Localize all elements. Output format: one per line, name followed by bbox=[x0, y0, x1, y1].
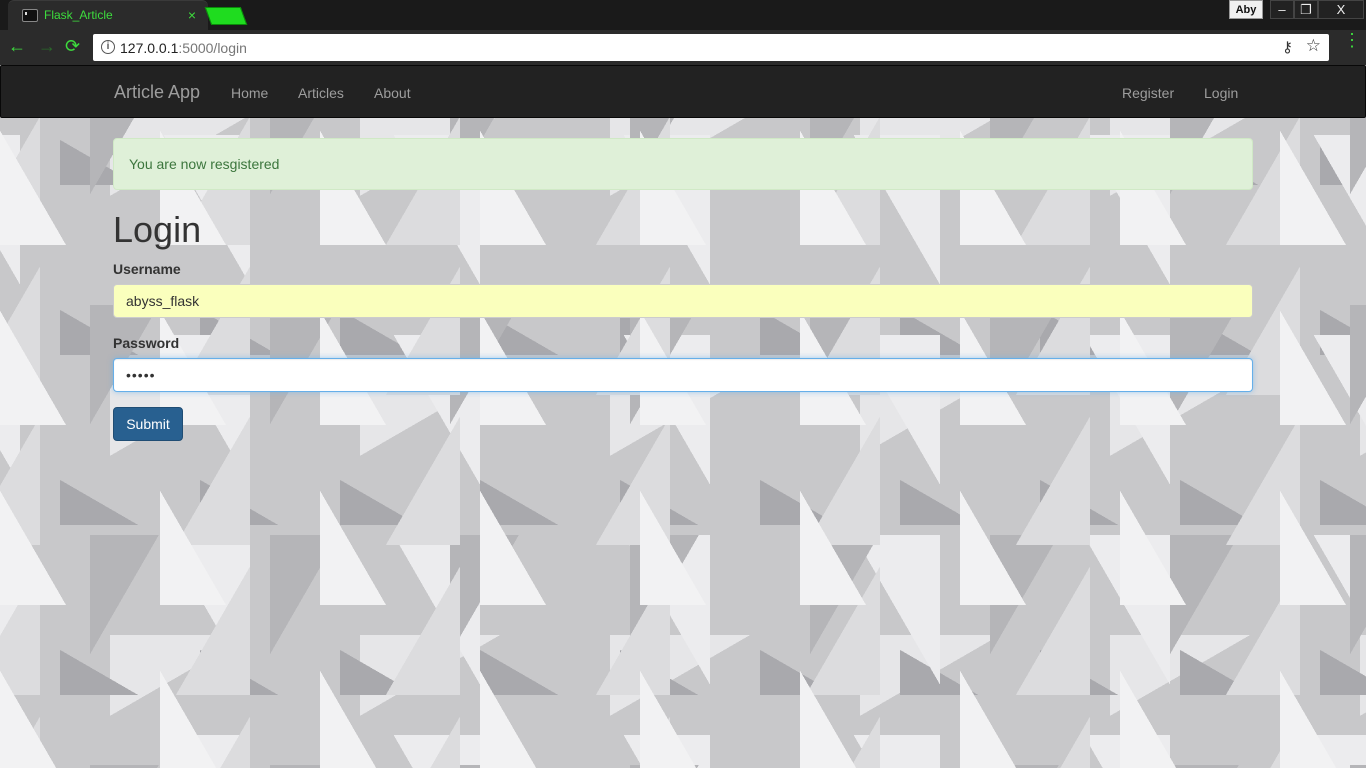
new-tab-button[interactable] bbox=[204, 7, 248, 25]
password-label: Password bbox=[113, 335, 180, 351]
success-alert: You are now resgistered bbox=[113, 138, 1253, 190]
username-label: Username bbox=[113, 261, 181, 277]
browser-tab[interactable]: Flask_Article × bbox=[8, 0, 208, 30]
forward-arrow-icon[interactable]: → bbox=[38, 36, 56, 57]
restore-icon[interactable]: ❐ bbox=[1294, 0, 1318, 19]
tab-close-icon[interactable]: × bbox=[188, 7, 196, 23]
url-path: :5000/login bbox=[178, 40, 247, 56]
submit-button[interactable]: Submit bbox=[113, 407, 183, 441]
browser-menu-icon[interactable]: ⋮ bbox=[1343, 31, 1361, 49]
nav-login-link[interactable]: Login bbox=[1204, 85, 1238, 101]
url-host: 127.0.0.1 bbox=[120, 40, 179, 56]
browser-toolbar: ← → ⟳ i 127.0.0.1:5000/login ⚷ ☆ ⋮ bbox=[0, 30, 1366, 65]
tab-title: Flask_Article bbox=[44, 8, 113, 22]
page-content: Article App Home Articles About Register… bbox=[0, 65, 1366, 768]
window-close-icon[interactable]: X bbox=[1318, 0, 1364, 19]
brand-link[interactable]: Article App bbox=[114, 82, 200, 103]
terminal-favicon-icon bbox=[22, 9, 38, 22]
url-text: 127.0.0.1:5000/login bbox=[120, 40, 247, 56]
nav-register-link[interactable]: Register bbox=[1122, 85, 1174, 101]
nav-articles-link[interactable]: Articles bbox=[298, 85, 344, 101]
profile-button[interactable]: Aby bbox=[1229, 0, 1263, 19]
address-bar[interactable]: i 127.0.0.1:5000/login ⚷ ☆ bbox=[93, 34, 1329, 61]
star-icon[interactable]: ☆ bbox=[1306, 36, 1321, 56]
navbar: Article App Home Articles About Register… bbox=[0, 65, 1366, 118]
browser-tab-bar: Flask_Article × Aby – ❐ X bbox=[0, 0, 1366, 30]
minimize-icon[interactable]: – bbox=[1270, 0, 1294, 19]
site-info-icon[interactable]: i bbox=[101, 40, 115, 54]
reload-icon[interactable]: ⟳ bbox=[65, 36, 80, 57]
nav-about-link[interactable]: About bbox=[374, 85, 411, 101]
username-input[interactable]: abyss_flask bbox=[113, 284, 1253, 318]
key-icon[interactable]: ⚷ bbox=[1282, 38, 1293, 56]
password-input[interactable]: ••••• bbox=[113, 358, 1253, 392]
back-arrow-icon[interactable]: ← bbox=[8, 36, 26, 57]
page-title: Login bbox=[113, 209, 202, 250]
nav-home-link[interactable]: Home bbox=[231, 85, 268, 101]
